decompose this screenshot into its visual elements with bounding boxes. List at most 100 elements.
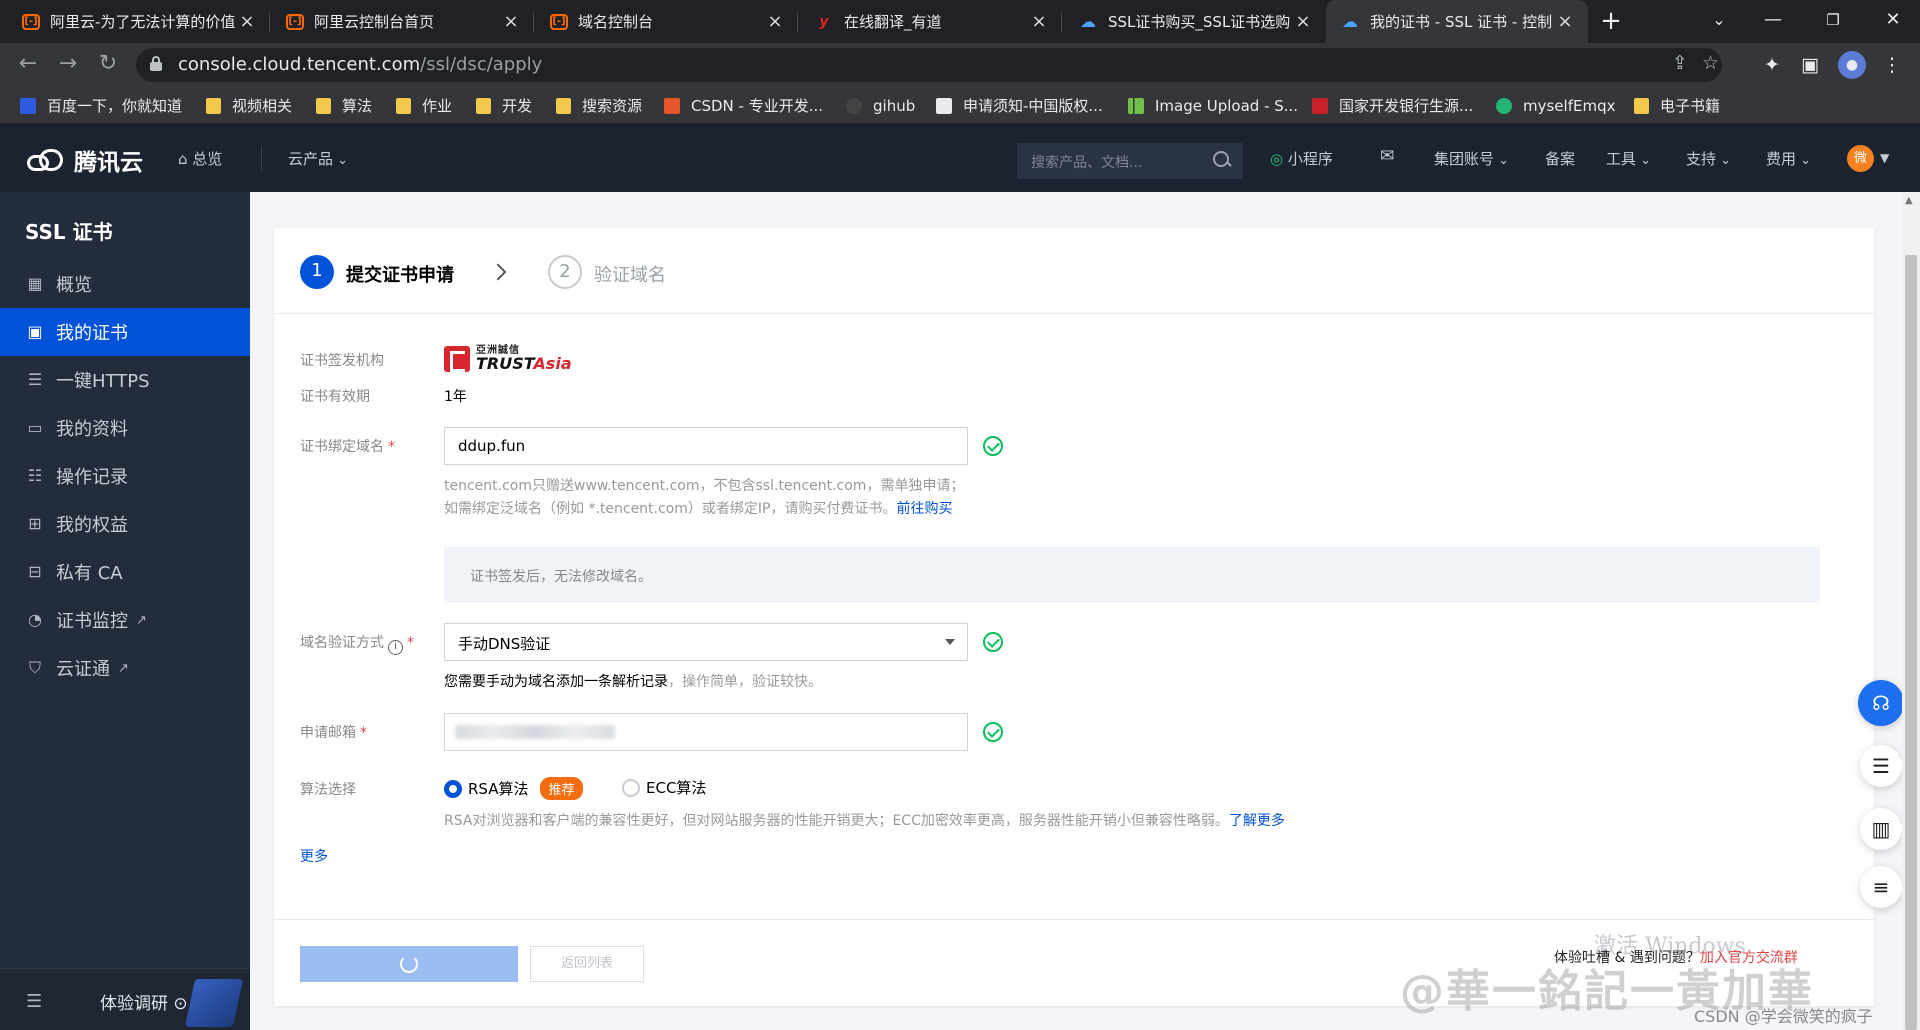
profile-icon[interactable]: ●	[1838, 51, 1866, 79]
customer-service-icon[interactable]: ☊	[1858, 680, 1904, 726]
caret-down-icon	[945, 639, 955, 645]
bookmark-item[interactable]: gihub	[846, 87, 915, 124]
radio-rsa[interactable]: RSA算法 推荐	[444, 777, 583, 800]
bookmark-item[interactable]: 百度一下，你就知道	[20, 87, 182, 124]
sidebar-item-one-click-https[interactable]: ☰ 一键HTTPS	[0, 356, 250, 404]
nav-tools[interactable]: 工具	[1606, 148, 1651, 169]
learn-more-link[interactable]: 了解更多	[1229, 813, 1285, 829]
baidu-icon	[20, 97, 36, 114]
close-tab-icon[interactable]: ×	[236, 11, 258, 32]
bookmark-item[interactable]: 电子书籍	[1634, 87, 1720, 124]
nav-products[interactable]: 云产品	[288, 148, 348, 169]
outline-icon[interactable]: ≡	[1860, 866, 1902, 908]
nav-support[interactable]: 支持	[1686, 148, 1731, 169]
browser-menu-icon[interactable]: ⋮	[1878, 51, 1906, 79]
forward-icon[interactable]: →	[50, 47, 86, 83]
sidebar-item-operation-log[interactable]: ☷ 操作记录	[0, 452, 250, 500]
url-bar[interactable]: console.cloud.tencent.com/ssl/dsc/apply …	[136, 48, 1722, 82]
close-tab-icon[interactable]: ×	[1554, 11, 1576, 32]
book-icon[interactable]: ▥	[1860, 808, 1902, 850]
nav-filing[interactable]: 备案	[1545, 148, 1575, 169]
domain-input[interactable]: ddup.fun	[444, 427, 968, 465]
back-icon[interactable]: ←	[10, 47, 46, 83]
external-link-icon: ↗	[118, 660, 129, 676]
bookmark-item[interactable]: 开发	[476, 87, 532, 124]
reload-icon[interactable]: ↻	[90, 47, 126, 83]
email-input[interactable]	[444, 713, 968, 751]
algorithm-label: 算法选择	[300, 782, 356, 798]
console-search-input[interactable]: 搜索产品、文档...	[1017, 143, 1243, 179]
verify-method-select[interactable]: 手动DNS验证	[444, 623, 968, 661]
side-panel-icon[interactable]: ▣	[1796, 51, 1824, 79]
scrollbar-thumb[interactable]	[1905, 255, 1917, 1030]
document-list-icon[interactable]: ☰	[1860, 745, 1902, 787]
browser-tab[interactable]: ☁ SSL证书购买_SSL证书选购 ×	[1064, 0, 1326, 43]
algorithm-hint: RSA对浏览器和客户端的兼容性更好，但对网站服务器的性能开销更大；ECC加密效率…	[444, 813, 1285, 829]
info-icon[interactable]: i	[388, 640, 403, 655]
chevron-down-icon[interactable]: ▼	[1880, 151, 1889, 165]
sidebar-item-cert-monitor[interactable]: ◔ 证书监控 ↗	[0, 596, 250, 644]
new-tab-button[interactable]: +	[1596, 0, 1626, 43]
trustasia-logo: 亞洲誠信 TRUSTAsia	[444, 346, 572, 372]
browser-tab[interactable]: [-] 阿里云-为了无法计算的价值 ×	[8, 0, 270, 43]
close-tab-icon[interactable]: ×	[764, 11, 786, 32]
more-options-link[interactable]: 更多	[300, 846, 328, 866]
bookmark-item[interactable]: 视频相关	[206, 87, 292, 124]
share-icon[interactable]: ⇪	[1672, 52, 1688, 74]
sidebar-item-my-benefits[interactable]: ⊞ 我的权益	[0, 500, 250, 548]
csdn-watermark: CSDN @学会微笑的疯子	[1694, 1007, 1873, 1026]
bookmark-item[interactable]: CSDN - 专业开发...	[664, 87, 823, 124]
step-number-2: 2	[548, 255, 582, 289]
back-to-list-button[interactable]: 返回列表	[530, 946, 644, 982]
search-icon[interactable]	[1213, 151, 1231, 169]
bookmark-star-icon[interactable]: ☆	[1702, 52, 1719, 74]
sidebar-item-private-ca[interactable]: ⊟ 私有 CA	[0, 548, 250, 596]
buy-link[interactable]: 前往购买	[896, 501, 952, 517]
mail-icon[interactable]: ✉	[1380, 146, 1394, 166]
collapse-menu-icon[interactable]: ☰	[26, 991, 42, 1012]
browser-tab-active[interactable]: ☁ 我的证书 - SSL 证书 - 控制 ×	[1326, 0, 1588, 43]
scroll-up-arrow-icon[interactable]: ▲	[1905, 195, 1913, 206]
close-tab-icon[interactable]: ×	[1292, 11, 1314, 32]
radio-ecc[interactable]: ECC算法	[622, 777, 706, 798]
browser-tab[interactable]: [-] 阿里云控制台首页 ×	[272, 0, 534, 43]
bookmark-item[interactable]: 申请须知-中国版权...	[936, 87, 1103, 124]
bookmarks-bar: 百度一下，你就知道 视频相关 算法 作业 开发 搜索资源 CSDN - 专业开发…	[0, 87, 1920, 124]
minimize-icon[interactable]: —	[1750, 0, 1796, 43]
bookmark-item[interactable]: myselfEmqx	[1496, 87, 1615, 124]
browser-tab[interactable]: [-] 域名控制台 ×	[536, 0, 798, 43]
tab-search-icon[interactable]: ⌄	[1696, 0, 1742, 43]
browser-tab[interactable]: y 在线翻译_有道 ×	[800, 0, 1062, 43]
nav-miniprogram[interactable]: ◎ 小程序	[1270, 148, 1333, 169]
sidebar-item-my-certificates[interactable]: ▣ 我的证书	[0, 308, 250, 356]
bookmark-item[interactable]: 国家开发银行生源...	[1312, 87, 1473, 124]
avatar[interactable]: 微	[1847, 145, 1874, 172]
nav-overview[interactable]: ⌂ 总览	[178, 148, 222, 169]
nav-billing[interactable]: 费用	[1766, 148, 1811, 169]
grid-icon: ▦	[27, 274, 43, 293]
bookmark-item[interactable]: 算法	[316, 87, 372, 124]
bookmark-item[interactable]: 作业	[396, 87, 452, 124]
sidebar-title: SSL 证书	[25, 220, 113, 244]
submit-button-loading[interactable]	[300, 946, 518, 982]
restore-icon[interactable]: ❐	[1810, 0, 1856, 43]
folder-icon	[476, 97, 491, 114]
sidebar-item-overview[interactable]: ▦ 概览	[0, 260, 250, 308]
close-tab-icon[interactable]: ×	[500, 11, 522, 32]
bank-icon	[1312, 97, 1328, 114]
close-tab-icon[interactable]: ×	[1028, 11, 1050, 32]
close-window-icon[interactable]: ✕	[1870, 0, 1916, 43]
sidebar-feedback[interactable]: ☰ 体验调研 ⊙	[0, 968, 250, 1030]
sidebar-item-cloud-cert[interactable]: ⛉ 云证通 ↗	[0, 644, 250, 692]
domain-hint-2: 如需绑定泛域名（例如 *.tencent.com）或者绑定IP，请购买付费证书。…	[444, 501, 953, 517]
sidebar-item-my-info[interactable]: ▭ 我的资料	[0, 404, 250, 452]
github-icon	[846, 97, 862, 114]
tencent-cloud-logo[interactable]: 腾讯云	[25, 143, 143, 177]
extensions-icon[interactable]: ✦	[1758, 51, 1786, 79]
folder-icon	[206, 97, 221, 114]
bookmark-item[interactable]: Image Upload - S...	[1128, 87, 1298, 124]
arrow-right-circle-icon: ⊙	[173, 994, 188, 1014]
bookmark-item[interactable]: 搜索资源	[556, 87, 642, 124]
nav-group-account[interactable]: 集团账号	[1434, 148, 1509, 169]
gift-icon: ⊞	[28, 514, 42, 533]
